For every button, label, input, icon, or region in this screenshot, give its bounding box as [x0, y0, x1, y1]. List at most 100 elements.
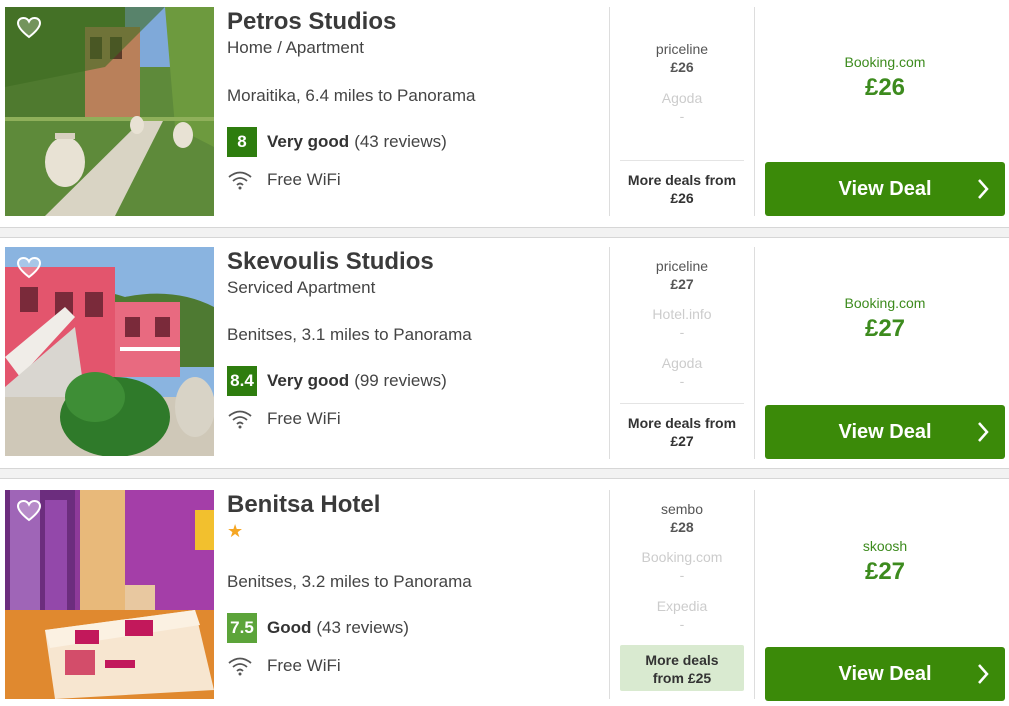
divider	[754, 247, 755, 459]
review-count[interactable]: (43 reviews)	[316, 618, 409, 638]
deal-row[interactable]: Agoda -	[620, 354, 744, 390]
deal-price: £26	[670, 59, 694, 75]
other-deals: priceline £27 Hotel.info - Agoda - More …	[620, 247, 744, 459]
view-deal-button[interactable]: View Deal	[765, 647, 1005, 701]
divider	[754, 490, 755, 699]
deal-provider: Agoda	[661, 355, 703, 371]
deal-price: -	[679, 373, 685, 389]
more-deals-link[interactable]: More deals from £25	[620, 645, 744, 691]
more-deals-link[interactable]: More deals from £26	[620, 160, 744, 207]
more-deals-label: More deals	[645, 652, 719, 668]
more-deals-price: £27	[670, 433, 694, 449]
rating-label: Good	[267, 618, 312, 637]
hotel-info: Skevoulis Studios Serviced Apartment Ben…	[227, 247, 597, 456]
amenity-label: Free WiFi	[267, 170, 341, 189]
view-deal-label: View Deal	[838, 177, 932, 200]
hotel-card-petros-studios: Petros Studios Home / Apartment Moraitik…	[0, 7, 1009, 227]
divider	[609, 7, 610, 216]
deal-price: -	[679, 616, 685, 632]
more-deals-label: More deals from	[627, 415, 737, 431]
deal-provider: priceline	[655, 41, 709, 57]
hotel-rating: 7.5 Good (43 reviews)	[227, 613, 409, 643]
heart-icon[interactable]	[16, 16, 42, 40]
review-count[interactable]: (99 reviews)	[354, 371, 447, 391]
divider	[609, 490, 610, 699]
wifi-icon	[228, 410, 252, 429]
deal-price: -	[679, 324, 685, 340]
deal-row[interactable]: Expedia -	[620, 597, 744, 633]
deal-provider: Agoda	[661, 90, 703, 106]
other-deals: sembo £28 Booking.com - Expedia - More d…	[620, 490, 744, 699]
score-badge: 8	[227, 127, 257, 157]
view-deal-button[interactable]: View Deal	[765, 405, 1005, 459]
hotel-card-benitsa-hotel: Benitsa Hotel ★ Benitses, 3.2 miles to P…	[0, 490, 1009, 706]
score-badge: 7.5	[227, 613, 257, 643]
deal-row[interactable]: Hotel.info -	[620, 305, 744, 341]
deal-row[interactable]: sembo £28	[620, 500, 744, 536]
best-deal[interactable]: Booking.com £27	[765, 295, 1005, 343]
divider	[754, 7, 755, 216]
deal-provider: Booking.com	[641, 549, 723, 565]
chevron-right-icon	[978, 664, 989, 684]
other-deals: priceline £26 Agoda - More deals from £2…	[620, 7, 744, 216]
card-separator	[0, 468, 1009, 479]
view-deal-label: View Deal	[838, 662, 932, 685]
hotel-rating: 8 Very good (43 reviews)	[227, 127, 447, 157]
hotel-info: Benitsa Hotel ★ Benitses, 3.2 miles to P…	[227, 490, 597, 699]
hotel-type: Home / Apartment	[227, 38, 365, 57]
deal-price: £28	[670, 519, 694, 535]
rating-label: Very good	[267, 371, 350, 390]
hotel-location: Moraitika, 6.4 miles to Panorama	[227, 86, 476, 105]
best-provider: skoosh	[862, 538, 908, 554]
hotel-photo[interactable]	[5, 490, 214, 699]
card-separator	[0, 227, 1009, 238]
hotel-name[interactable]: Skevoulis Studios	[227, 247, 597, 277]
hotel-name[interactable]: Benitsa Hotel	[227, 490, 597, 520]
divider	[609, 247, 610, 459]
wifi-icon	[228, 657, 252, 676]
best-provider: Booking.com	[844, 54, 926, 70]
star-rating: ★	[227, 521, 244, 541]
deal-price: £27	[670, 276, 694, 292]
amenity-label: Free WiFi	[267, 409, 341, 428]
hotel-name[interactable]: Petros Studios	[227, 7, 597, 37]
heart-icon[interactable]	[16, 499, 42, 523]
best-provider: Booking.com	[844, 295, 926, 311]
deal-provider: Hotel.info	[652, 306, 712, 322]
deal-row[interactable]: priceline £27	[620, 257, 744, 293]
best-price: £26	[864, 74, 906, 101]
view-deal-label: View Deal	[838, 420, 932, 443]
deal-price: -	[679, 108, 685, 124]
more-deals-label: More deals from	[627, 172, 737, 188]
hotel-photo[interactable]	[5, 247, 214, 456]
hotel-photo[interactable]	[5, 7, 214, 216]
chevron-right-icon	[978, 422, 989, 442]
more-deals-price: £26	[670, 190, 694, 206]
deal-price: -	[679, 567, 685, 583]
wifi-icon	[228, 171, 252, 190]
best-deal[interactable]: skoosh £27	[765, 538, 1005, 586]
deal-row[interactable]: priceline £26	[620, 40, 744, 76]
review-count[interactable]: (43 reviews)	[354, 132, 447, 152]
best-price: £27	[864, 558, 906, 585]
best-deal[interactable]: Booking.com £26	[765, 54, 1005, 102]
hotel-type: Serviced Apartment	[227, 278, 376, 297]
rating-label: Very good	[267, 132, 350, 151]
deal-provider: priceline	[655, 258, 709, 274]
view-deal-button[interactable]: View Deal	[765, 162, 1005, 216]
hotel-location: Benitses, 3.2 miles to Panorama	[227, 572, 472, 591]
more-deals-price: from £25	[652, 670, 712, 686]
deal-row[interactable]: Booking.com -	[620, 548, 744, 584]
hotel-info: Petros Studios Home / Apartment Moraitik…	[227, 7, 597, 216]
chevron-right-icon	[978, 179, 989, 199]
hotel-rating: 8.4 Very good (99 reviews)	[227, 366, 447, 396]
heart-icon[interactable]	[16, 256, 42, 280]
hotel-location: Benitses, 3.1 miles to Panorama	[227, 325, 472, 344]
more-deals-link[interactable]: More deals from £27	[620, 403, 744, 450]
best-price: £27	[864, 315, 906, 342]
amenity-wifi: Free WiFi	[227, 656, 341, 676]
deal-row[interactable]: Agoda -	[620, 89, 744, 125]
amenity-wifi: Free WiFi	[227, 170, 341, 190]
amenity-label: Free WiFi	[267, 656, 341, 675]
hotel-card-skevoulis-studios: Skevoulis Studios Serviced Apartment Ben…	[0, 247, 1009, 467]
